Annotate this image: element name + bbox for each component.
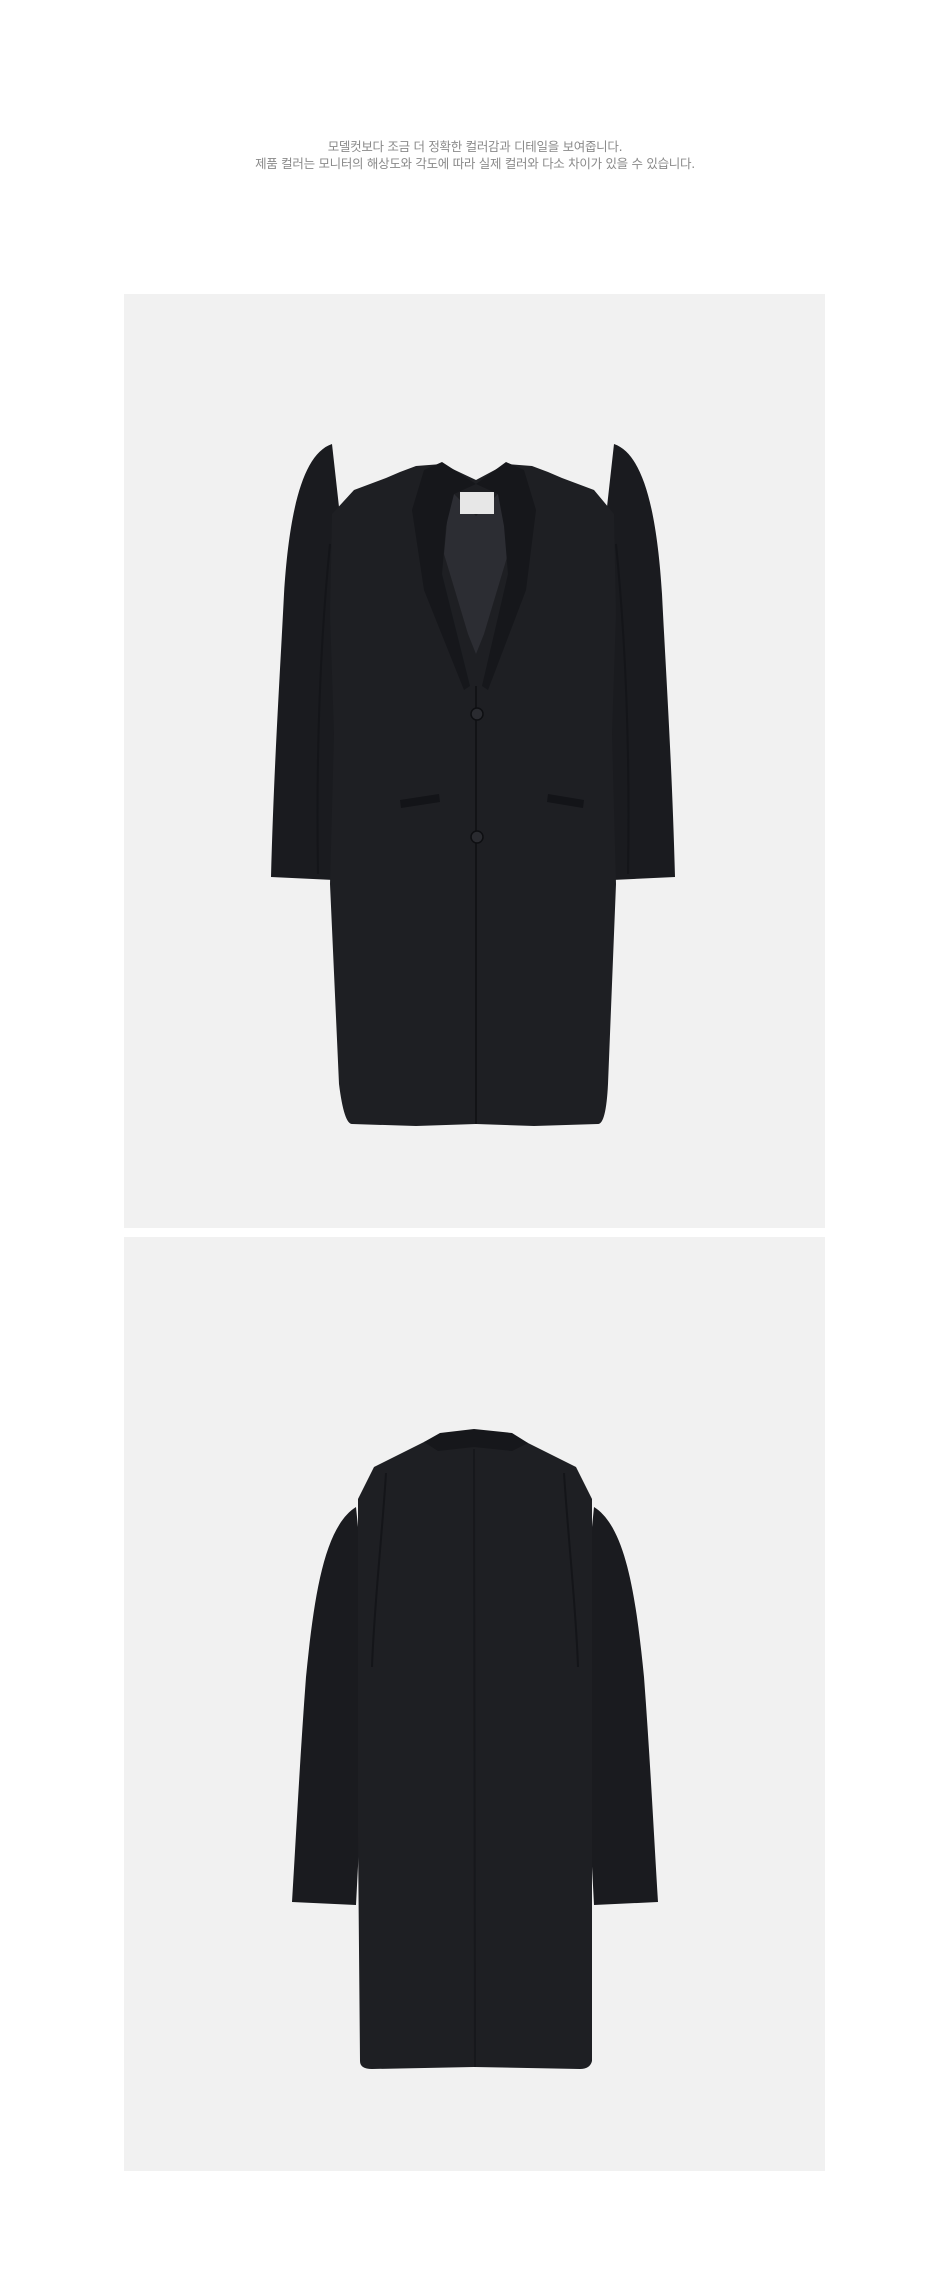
- coat-back-photo: [124, 1237, 825, 2171]
- neck-label: [460, 492, 494, 514]
- notice-line-2: 제품 컬러는 모니터의 해상도와 각도에 따라 실제 컬러와 다소 차이가 있을…: [255, 156, 695, 171]
- coat-front-photo: [124, 294, 825, 1228]
- center-back-seam: [473, 1448, 476, 2068]
- button-lower: [470, 830, 484, 844]
- coat-front-illustration: [271, 444, 675, 1126]
- coat-back-illustration: [292, 1429, 658, 2069]
- button-upper: [470, 707, 484, 721]
- color-notice: 모델컷보다 조금 더 정확한 컬러감과 디테일을 보여줍니다. 제품 컬러는 모…: [0, 138, 950, 172]
- notice-line-1: 모델컷보다 조금 더 정확한 컬러감과 디테일을 보여줍니다.: [327, 139, 623, 154]
